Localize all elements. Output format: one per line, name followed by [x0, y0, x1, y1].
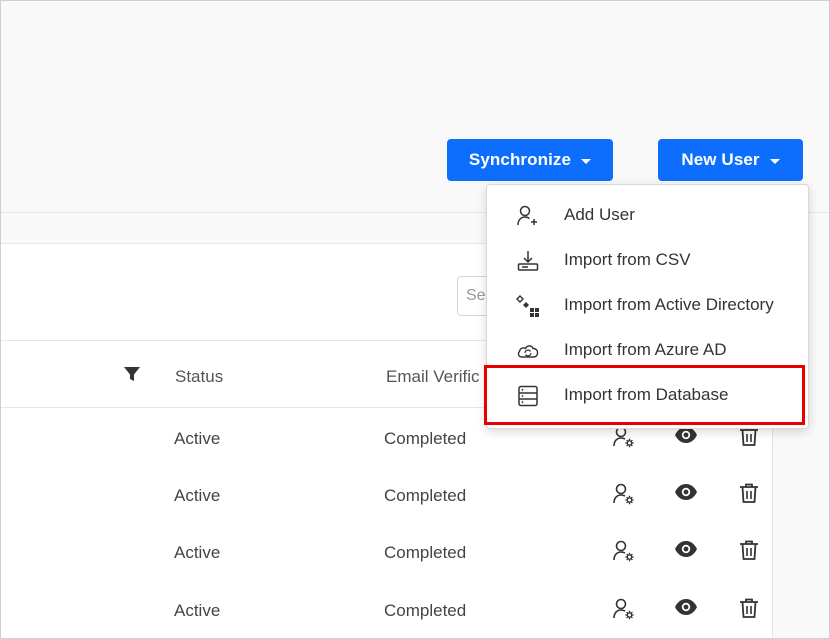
menu-item-import-azure-ad[interactable]: Import from Azure AD — [487, 329, 808, 374]
email-verification-cell: Completed — [384, 543, 467, 562]
column-header-status[interactable]: Status — [175, 367, 223, 387]
menu-item-import-active-directory[interactable]: Import from Active Directory — [487, 284, 808, 329]
new-user-label: New User — [681, 150, 760, 169]
synchronize-label: Synchronize — [468, 150, 572, 169]
app-frame: Synchronize New User Se Status Email Ver… — [0, 0, 830, 639]
database-icon — [518, 385, 538, 407]
menu-item-import-database[interactable]: Import from Database — [487, 374, 808, 419]
trash-icon[interactable] — [737, 596, 761, 620]
eye-icon[interactable] — [674, 480, 698, 504]
search-placeholder: Se — [466, 287, 486, 304]
status-cell: Active — [174, 486, 221, 505]
add-user-icon — [517, 205, 537, 226]
column-header-email-verification[interactable]: Email Verific — [386, 367, 480, 387]
status-cell: Active — [174, 601, 221, 620]
menu-item-add-user[interactable]: Add User — [487, 194, 808, 239]
table-row: Active Completed — [1, 581, 772, 638]
chevron-down-icon — [581, 158, 592, 164]
status-cell: Active — [174, 543, 221, 562]
menu-item-label: Import from CSV — [564, 250, 691, 269]
email-verification-cell: Completed — [384, 486, 467, 505]
table-row: Active Completed — [1, 466, 772, 523]
user-settings-icon[interactable] — [612, 597, 636, 621]
eye-icon[interactable] — [674, 595, 698, 619]
filter-icon[interactable] — [123, 365, 141, 383]
cloud-sync-icon — [517, 345, 539, 358]
menu-item-label: Import from Database — [564, 385, 729, 404]
status-cell: Active — [174, 429, 221, 448]
user-settings-icon[interactable] — [612, 539, 636, 563]
download-icon — [517, 251, 539, 271]
active-directory-icon — [516, 295, 539, 317]
trash-icon[interactable] — [737, 538, 761, 562]
chevron-down-icon — [769, 158, 780, 164]
menu-item-label: Add User — [564, 205, 635, 224]
menu-item-import-csv[interactable]: Import from CSV — [487, 239, 808, 284]
trash-icon[interactable] — [737, 481, 761, 505]
email-verification-cell: Completed — [384, 601, 467, 620]
email-verification-cell: Completed — [384, 429, 467, 448]
user-settings-icon[interactable] — [612, 482, 636, 506]
new-user-dropdown-menu: Add User Import from CSV Import from Act… — [486, 184, 809, 429]
synchronize-button[interactable]: Synchronize — [447, 139, 613, 181]
eye-icon[interactable] — [674, 537, 698, 561]
new-user-button[interactable]: New User — [658, 139, 803, 181]
table-row: Active Completed — [1, 523, 772, 580]
menu-item-label: Import from Azure AD — [564, 340, 727, 359]
menu-item-label: Import from Active Directory — [564, 295, 774, 314]
